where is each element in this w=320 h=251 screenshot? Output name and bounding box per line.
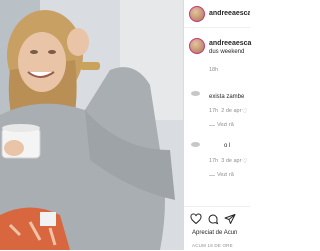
likes-count[interactable]: Apreciat de Acun — [192, 230, 237, 236]
commenter-avatar[interactable] — [191, 142, 200, 147]
header-username[interactable]: andreeaesca — [209, 10, 250, 17]
divider — [209, 125, 215, 126]
avatar[interactable] — [189, 5, 205, 22]
caption-text: dus weekend — [209, 49, 245, 55]
caption-username[interactable]: andreeaesca — [209, 40, 251, 47]
divider — [209, 175, 215, 176]
post-header: andreeaesca — [184, 0, 250, 28]
heart-icon[interactable]: ♡ — [242, 158, 247, 165]
heart-icon[interactable]: ♡ — [242, 108, 247, 115]
share-icon[interactable] — [224, 213, 236, 225]
caption-avatar[interactable] — [189, 38, 205, 54]
comment-text: o l — [224, 143, 231, 149]
post-photo — [0, 0, 183, 250]
post-actions: Apreciat de Acun ACUM 18 DE ORE — [184, 206, 250, 251]
comment-time: 17h 2 de apr — [209, 108, 242, 114]
photo-illustration — [0, 0, 183, 250]
comment-icon[interactable] — [207, 213, 219, 225]
post-date: ACUM 18 DE ORE — [192, 243, 233, 248]
comment-time: 17h 3 de apr — [209, 158, 242, 164]
view-replies-link[interactable]: Vezi ră — [217, 122, 234, 128]
commenter-avatar[interactable] — [191, 91, 200, 96]
post-side-panel: andreeaesca andreeaesca dus weekend 18h … — [183, 0, 251, 251]
view-replies-link[interactable]: Vezi ră — [217, 172, 234, 178]
heart-icon[interactable] — [190, 213, 202, 225]
caption-time[interactable]: 18h — [209, 67, 218, 73]
comment-text: exista zambe — [209, 94, 245, 100]
